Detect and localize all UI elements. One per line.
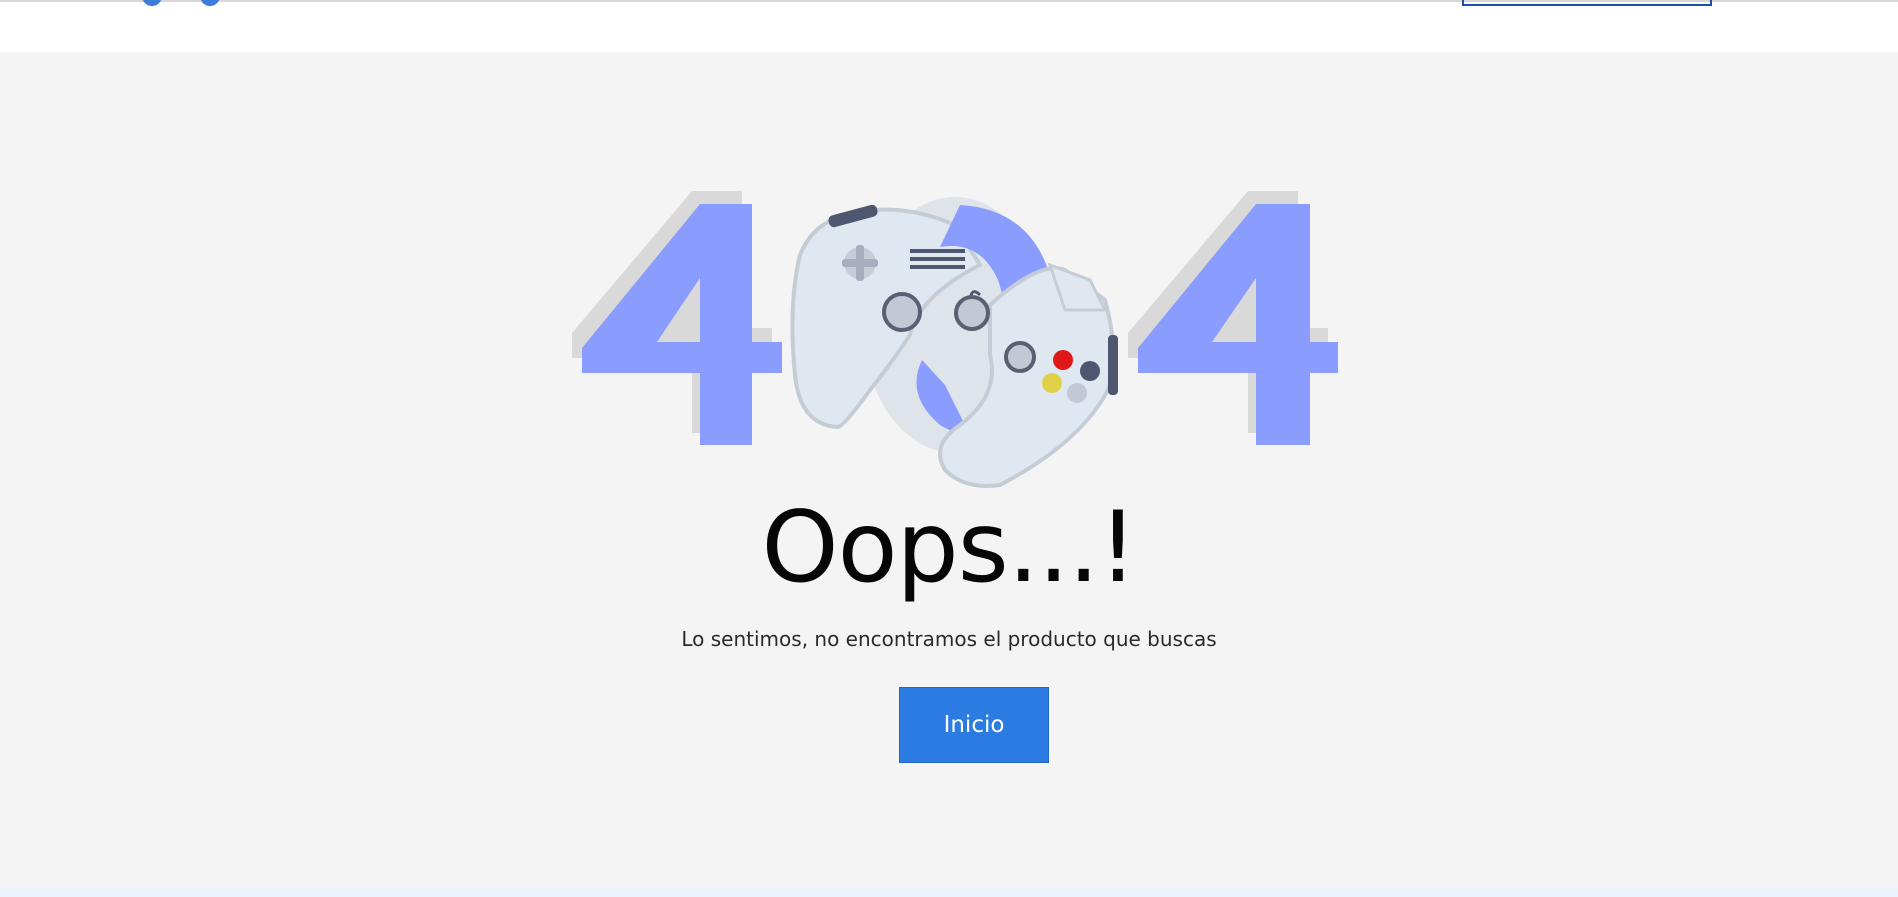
header-logo-fragment[interactable] — [142, 0, 162, 6]
top-header — [0, 0, 1898, 52]
gamepad-controllers-icon — [790, 197, 1118, 488]
error-404-illustration — [572, 191, 1338, 488]
page-title: Oops...! — [761, 491, 1137, 605]
home-button[interactable]: Inicio — [899, 687, 1049, 763]
header-logo-fragment-2[interactable] — [200, 0, 220, 6]
footer-strip — [0, 888, 1898, 897]
error-message: Lo sentimos, no encontramos el producto … — [681, 627, 1217, 651]
header-search-box[interactable] — [1462, 0, 1712, 6]
